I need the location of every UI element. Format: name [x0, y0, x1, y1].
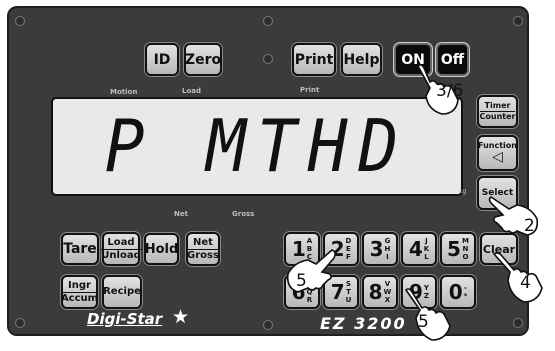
arrow-left-icon: ◁	[492, 149, 503, 165]
screw-icon	[15, 16, 25, 26]
ingr-label: Ingr	[68, 279, 91, 291]
key-letter: L	[424, 253, 429, 261]
pointing-hand-icon	[492, 252, 543, 303]
number-key-digit: 4	[408, 237, 423, 261]
key-letter: R	[306, 296, 313, 304]
key-letter: J	[425, 237, 428, 245]
number-key-letters: GHI	[385, 237, 391, 261]
key-letter: X	[384, 296, 391, 304]
key-letter: -	[464, 284, 467, 292]
number-key-digit: 3	[369, 237, 384, 261]
display-text: P MTHD	[104, 104, 410, 189]
number-key-letters: MNO	[462, 237, 469, 261]
accum-label: Accum	[60, 291, 99, 304]
screw-icon	[263, 320, 273, 330]
step-number-on-off: 3/6	[436, 81, 464, 101]
key-letter: E	[346, 245, 351, 253]
pointing-hand-icon	[286, 249, 336, 293]
timer-label: Timer	[484, 101, 511, 110]
number-key-4[interactable]: 4JKL	[401, 232, 437, 266]
load-indicator-label: Load	[182, 87, 202, 95]
key-letter: V	[384, 280, 391, 288]
unload-label: Unload	[101, 248, 141, 261]
tare-button[interactable]: Tare	[61, 233, 99, 265]
timer-counter-button[interactable]: Timer Counter	[477, 95, 518, 128]
net-gross-button[interactable]: Net Gross	[186, 232, 220, 266]
brand-logo: Digi-Star	[87, 310, 163, 328]
gross-label: Gross	[187, 248, 219, 261]
ingr-accum-button[interactable]: Ingr Accum	[60, 275, 99, 309]
step-number-clear: 4	[520, 273, 531, 293]
key-letter: N	[462, 245, 469, 253]
key-letter: F	[346, 253, 351, 261]
key-letter: M	[461, 237, 469, 245]
screw-icon	[263, 16, 273, 26]
number-key-letters: DEF	[346, 237, 352, 261]
unit-label: kg	[459, 188, 467, 195]
load-label: Load	[107, 236, 135, 248]
id-button[interactable]: ID	[145, 43, 179, 76]
step-number-select: 2	[524, 216, 535, 236]
screw-icon	[513, 318, 523, 328]
step-number-numbers-left: 5	[296, 271, 307, 291]
star-icon: ★	[172, 306, 190, 328]
number-key-letters: - *	[464, 284, 468, 300]
print-indicator-label: Print	[300, 86, 320, 94]
help-button[interactable]: Help	[341, 43, 382, 76]
net-label: Net	[193, 236, 213, 248]
number-key-digit: 5	[447, 237, 461, 261]
net-indicator-label: Net	[174, 210, 188, 218]
screw-icon	[513, 16, 523, 26]
counter-label: Counter	[479, 111, 516, 121]
step-number-numbers-right: 5	[418, 312, 429, 332]
zero-button[interactable]: Zero	[184, 43, 222, 76]
key-letter: T	[346, 288, 351, 296]
number-key-3[interactable]: 3GHI	[362, 232, 398, 266]
number-key-letters: STU	[346, 280, 352, 304]
load-unload-button[interactable]: Load Unload	[101, 232, 141, 266]
number-key-digit: 8	[368, 280, 383, 304]
lcd-display: P MTHD	[51, 97, 463, 196]
number-key-letters: JKL	[424, 237, 429, 261]
screw-icon	[15, 318, 25, 328]
key-letter: U	[345, 296, 352, 304]
gross-indicator-label: Gross	[232, 210, 255, 218]
number-key-letters: VWX	[384, 280, 392, 304]
key-letter: I	[386, 253, 389, 261]
print-button[interactable]: Print	[292, 43, 336, 76]
key-letter: A	[306, 237, 313, 245]
key-letter: K	[423, 245, 430, 253]
number-key-5[interactable]: 5MNO	[440, 232, 476, 266]
hold-button[interactable]: Hold	[144, 233, 179, 265]
key-letter: O	[462, 253, 469, 261]
number-key-8[interactable]: 8VWX	[362, 275, 398, 309]
key-letter: H	[384, 245, 391, 253]
function-button[interactable]: Function ◁	[477, 135, 518, 171]
model-label: EZ 3200	[320, 314, 407, 333]
key-letter: D	[345, 237, 352, 245]
key-letter: W	[383, 288, 392, 296]
key-letter: *	[463, 292, 468, 300]
key-letter: G	[384, 237, 391, 245]
recipe-button[interactable]: Recipe	[102, 275, 142, 309]
screw-icon	[263, 54, 273, 64]
motion-indicator-label: Motion	[110, 88, 138, 96]
key-letter: S	[345, 280, 351, 288]
